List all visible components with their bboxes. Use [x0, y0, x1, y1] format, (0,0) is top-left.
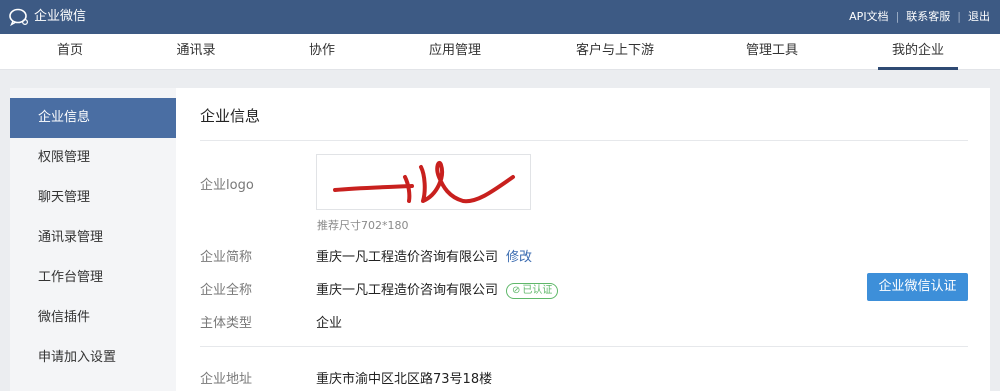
short-name-label: 企业简称 — [200, 250, 253, 265]
full-name-value: 重庆一凡工程造价咨询有限公司 — [316, 283, 499, 298]
full-name-row: 重庆一凡工程造价咨询有限公司 ⊘ 已认证 — [316, 279, 559, 299]
logo-label: 企业logo — [200, 178, 254, 193]
separator: | — [957, 10, 961, 23]
divider — [200, 346, 968, 347]
company-info-panel: 企业信息 企业logo 推荐尺寸702*180 企业简称 重庆一凡工程造价咨询有… — [176, 88, 990, 391]
nav-home[interactable]: 首页 — [50, 34, 90, 70]
page-title: 企业信息 — [200, 107, 261, 125]
sidebar-item-join-settings[interactable]: 申请加入设置 — [10, 338, 176, 378]
logout-link[interactable]: 退出 — [968, 9, 990, 25]
verified-badge: ⊘ 已认证 — [506, 283, 559, 299]
nav-customers-partners[interactable]: 客户与上下游 — [570, 34, 660, 70]
sidebar-item-wechat-plugin[interactable]: 微信插件 — [10, 298, 176, 338]
brand-name: 企业微信 — [34, 9, 87, 24]
sidebar-item-contacts-management[interactable]: 通讯录管理 — [10, 218, 176, 258]
nav-admin-tools[interactable]: 管理工具 — [740, 34, 804, 70]
short-name-row: 重庆一凡工程造价咨询有限公司 修改 — [316, 246, 532, 265]
top-links: API文档 | 联系客服 | 退出 — [849, 9, 990, 25]
nav-collaboration[interactable]: 协作 — [302, 34, 342, 70]
entity-type-label: 主体类型 — [200, 316, 253, 331]
brand[interactable]: 企业微信 — [8, 7, 86, 27]
separator: | — [895, 10, 900, 23]
wecom-logo-icon — [8, 7, 30, 27]
short-name-value: 重庆一凡工程造价咨询有限公司 — [316, 250, 499, 265]
company-logo-image — [333, 160, 515, 204]
top-bar: 企业微信 API文档 | 联系客服 | 退出 — [0, 0, 1000, 34]
address-label: 企业地址 — [200, 372, 253, 387]
contact-support-link[interactable]: 联系客服 — [906, 9, 950, 25]
address-value: 重庆市渝中区北区路73号18楼 — [316, 372, 493, 387]
sidebar-item-chat-management[interactable]: 聊天管理 — [10, 178, 176, 218]
wecom-certification-button[interactable]: 企业微信认证 — [867, 273, 968, 301]
nav-app-management[interactable]: 应用管理 — [423, 34, 487, 70]
main-nav: 首页 通讯录 协作 应用管理 客户与上下游 管理工具 我的企业 — [0, 34, 1000, 70]
full-name-label: 企业全称 — [200, 283, 253, 298]
edit-short-name-link[interactable]: 修改 — [506, 250, 532, 265]
sidebar-item-permissions[interactable]: 权限管理 — [10, 138, 176, 178]
api-docs-link[interactable]: API文档 — [849, 9, 888, 25]
company-logo[interactable] — [316, 154, 531, 210]
sidebar-item-workbench-management[interactable]: 工作台管理 — [10, 258, 176, 298]
nav-my-company[interactable]: 我的企业 — [878, 34, 958, 70]
nav-contacts[interactable]: 通讯录 — [170, 34, 222, 70]
divider — [200, 140, 968, 141]
check-circle-icon: ⊘ — [512, 285, 521, 296]
verified-badge-label: 已认证 — [522, 285, 553, 296]
logo-size-hint: 推荐尺寸702*180 — [317, 219, 409, 232]
sidebar-item-company-info[interactable]: 企业信息 — [10, 98, 176, 138]
entity-type-value: 企业 — [316, 316, 343, 331]
sidebar: 企业信息 权限管理 聊天管理 通讯录管理 工作台管理 微信插件 申请加入设置 — [10, 88, 176, 391]
